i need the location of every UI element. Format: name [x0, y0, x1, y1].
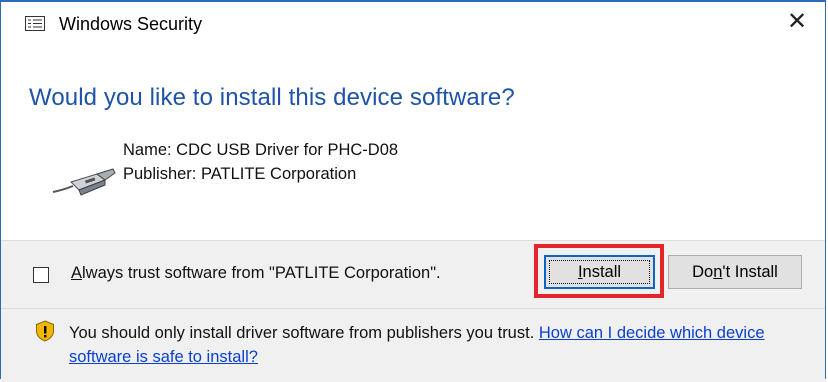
shield-warning-icon	[36, 320, 54, 342]
device-info: Name: CDC USB Driver for PHC-D08 Publish…	[123, 138, 398, 186]
focus-ring	[549, 260, 650, 284]
device-publisher: Publisher: PATLITE Corporation	[123, 165, 357, 183]
divider	[1, 308, 825, 309]
trust-checkbox-label[interactable]: Always trust software from "PATLITE Corp…	[71, 264, 441, 283]
dont-install-button[interactable]: Don't Install	[668, 255, 802, 289]
close-icon: ✕	[786, 8, 808, 35]
warning-message: You should only install driver software …	[69, 321, 809, 369]
title-bar[interactable]: Windows Security ✕	[1, 2, 825, 42]
device-name: Name: CDC USB Driver for PHC-D08	[123, 141, 399, 159]
security-dialog: Windows Security ✕ Would you like to ins…	[0, 0, 826, 382]
window-title: Windows Security	[59, 14, 203, 34]
close-button[interactable]: ✕	[777, 6, 817, 38]
warning-text: You should only install driver software …	[69, 324, 539, 342]
install-button[interactable]: Install	[544, 255, 655, 289]
security-list-icon	[25, 16, 45, 31]
trust-checkbox[interactable]	[33, 267, 49, 283]
install-question: Would you like to install this device so…	[29, 84, 515, 111]
usb-cable-icon	[52, 168, 116, 196]
